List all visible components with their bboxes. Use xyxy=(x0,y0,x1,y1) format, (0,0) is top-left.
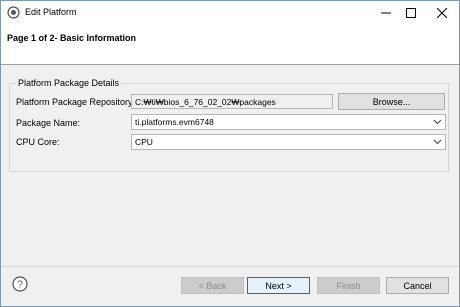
chevron-down-icon xyxy=(433,139,442,145)
close-button[interactable] xyxy=(427,1,457,25)
help-icon[interactable]: ? xyxy=(12,276,28,292)
edit-platform-dialog: Edit Platform Page 1 of 2- Basic Informa… xyxy=(0,0,460,307)
cpu-core-label: CPU Core: xyxy=(16,137,60,147)
repository-label: Platform Package Repository: xyxy=(16,97,136,107)
close-icon xyxy=(437,8,447,18)
browse-button[interactable]: Browse... xyxy=(338,93,445,110)
maximize-icon xyxy=(406,8,416,18)
title-bar: Edit Platform xyxy=(1,1,459,25)
svg-text:?: ? xyxy=(17,280,23,291)
chevron-down-icon xyxy=(433,119,442,125)
repository-field[interactable]: C:₩ti₩bios_6_76_02_02₩packages xyxy=(131,94,333,109)
package-name-combo[interactable]: ti.platforms.evm6748 xyxy=(131,114,446,130)
package-name-label: Package Name: xyxy=(16,118,81,128)
cpu-core-combo[interactable]: CPU xyxy=(131,134,446,150)
page-title: Page 1 of 2- Basic Information xyxy=(7,33,137,43)
cpu-core-value: CPU xyxy=(135,137,153,147)
cancel-button[interactable]: Cancel xyxy=(386,277,449,294)
eclipse-icon xyxy=(7,6,20,19)
group-title: Platform Package Details xyxy=(16,78,122,88)
wizard-header: Page 1 of 2- Basic Information xyxy=(1,25,459,65)
back-button[interactable]: < Back xyxy=(181,277,244,294)
minimize-icon xyxy=(381,12,391,14)
maximize-button[interactable] xyxy=(396,1,426,25)
wizard-content: Platform Package Details Platform Packag… xyxy=(1,66,459,266)
footer-separator xyxy=(1,266,459,267)
finish-button[interactable]: Finish xyxy=(317,277,380,294)
window-title: Edit Platform xyxy=(25,7,77,17)
next-button[interactable]: Next > xyxy=(247,277,310,294)
package-name-value: ti.platforms.evm6748 xyxy=(135,117,214,127)
